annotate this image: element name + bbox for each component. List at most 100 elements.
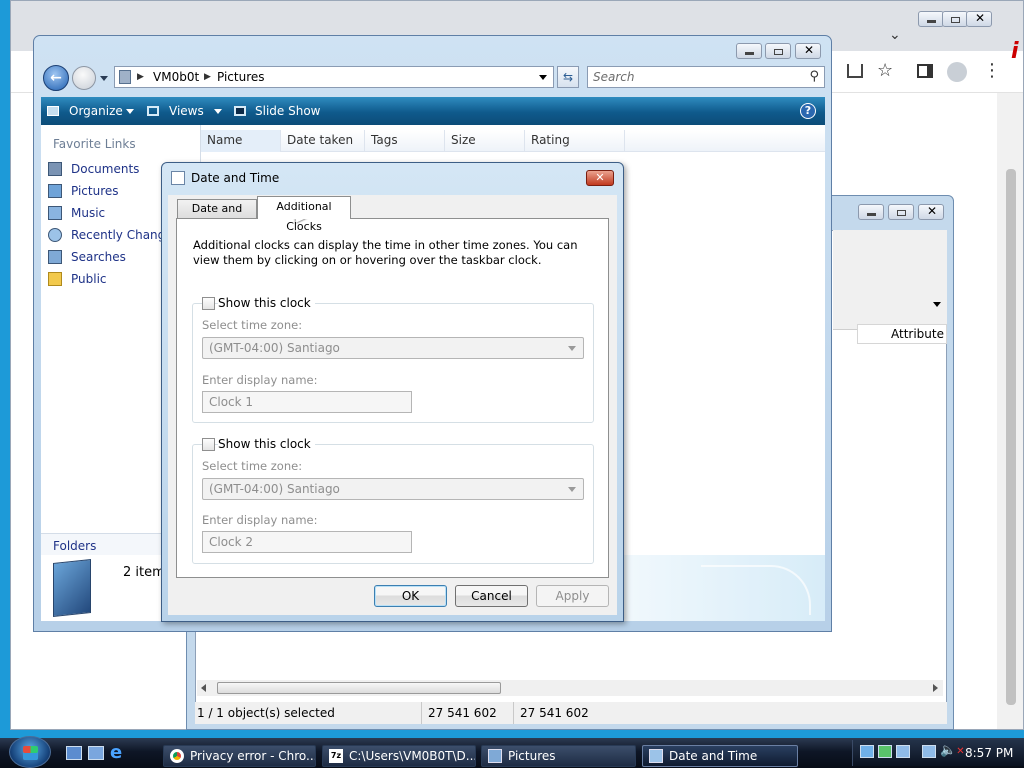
help-icon[interactable]: ?	[800, 103, 816, 119]
show-clock-2-label[interactable]: Show this clock	[218, 437, 315, 451]
7zip-icon: 7z	[329, 749, 343, 763]
scroll-left-icon[interactable]	[201, 684, 206, 692]
display-name-2-input[interactable]: Clock 2	[202, 531, 412, 553]
secondary-status-bar: 1 / 1 object(s) selected 27 541 602 27 5…	[195, 702, 947, 724]
refresh-icon: ⇆	[562, 70, 574, 84]
time-zone-2-select[interactable]: (GMT-04:00) Santiago	[202, 478, 584, 500]
scrollbar-thumb[interactable]	[217, 682, 501, 694]
show-clock-1-checkbox[interactable]	[202, 297, 215, 310]
dialog-close-button[interactable]: ✕	[586, 170, 614, 186]
display-name-1-input[interactable]: Clock 1	[202, 391, 412, 413]
tab-date-and-time[interactable]: Date and Time	[177, 199, 257, 233]
apply-button[interactable]: Apply	[536, 585, 609, 607]
browser-close-button[interactable]: ✕	[966, 11, 992, 27]
recently-changed-icon	[48, 228, 62, 242]
sidebar-item-label: Pictures	[71, 184, 119, 198]
show-clock-2-checkbox[interactable]	[202, 438, 215, 451]
chevron-down-icon[interactable]	[933, 302, 941, 307]
explorer-minimize-button[interactable]	[736, 43, 762, 59]
breadcrumb-separator-icon: ▶	[137, 72, 144, 82]
switch-windows-icon[interactable]	[88, 746, 104, 760]
date-time-dialog: Date and Time ✕ Date and Time Additional…	[161, 162, 624, 622]
chevron-down-icon[interactable]: ⌄	[889, 27, 901, 43]
monitor-icon[interactable]	[896, 745, 910, 758]
volume-muted-icon[interactable]: 🔈✕	[940, 743, 965, 760]
taskbar-clock[interactable]: 8:57 PM	[965, 746, 1013, 760]
menu-icon[interactable]: ⋮	[983, 61, 1001, 81]
column-header-attribute[interactable]: Attribute	[857, 324, 947, 344]
network-icon[interactable]	[860, 745, 874, 758]
chevron-down-icon	[126, 109, 134, 114]
sidebar-item-label: Searches	[71, 250, 126, 264]
network-status-icon[interactable]	[922, 745, 936, 758]
breadcrumb-separator-icon: ▶	[204, 72, 211, 82]
column-header-date-taken[interactable]: Date taken	[281, 130, 365, 152]
search-input[interactable]: Search ⚲	[587, 66, 825, 88]
explorer-maximize-button[interactable]	[765, 43, 791, 59]
time-zone-1-select[interactable]: (GMT-04:00) Santiago	[202, 337, 584, 359]
show-clock-1-label[interactable]: Show this clock	[218, 296, 315, 310]
start-button[interactable]	[9, 736, 51, 768]
views-icon	[147, 106, 159, 116]
column-header-tags[interactable]: Tags	[365, 130, 445, 152]
scrollbar-thumb[interactable]	[1006, 169, 1016, 705]
star-icon[interactable]: ☆	[877, 61, 893, 81]
taskbar-item-date-and-time[interactable]: Date and Time	[642, 745, 798, 767]
breadcrumb-item-pictures[interactable]: Pictures	[217, 67, 265, 87]
browser-scrollbar[interactable]	[997, 93, 1023, 729]
music-icon	[48, 206, 62, 220]
slideshow-icon	[234, 106, 246, 116]
column-header-name[interactable]: Name	[201, 130, 281, 152]
pictures-folder-thumbnail	[53, 559, 91, 617]
windows-logo-icon	[23, 746, 38, 760]
taskbar-item-pictures[interactable]: Pictures	[481, 745, 636, 767]
address-bar[interactable]: ▶ VM0b0t ▶ Pictures	[114, 66, 554, 88]
back-button[interactable]: ←	[43, 65, 69, 91]
sidebar-item-label: Public	[71, 272, 107, 286]
secondary-close-button[interactable]: ✕	[918, 204, 944, 220]
sidebar-item-label: Documents	[71, 162, 140, 176]
back-arrow-icon: ←	[50, 70, 62, 86]
sidebar-icon[interactable]	[917, 64, 933, 78]
share-icon[interactable]	[847, 64, 863, 78]
status-size-2: 27 541 602	[513, 702, 589, 724]
breadcrumb-item-vm0b0t[interactable]: VM0b0t	[153, 67, 199, 87]
secondary-minimize-button[interactable]	[858, 204, 884, 220]
taskbar-item-label: Date and Time	[669, 749, 758, 763]
scroll-right-icon[interactable]	[933, 684, 938, 692]
slideshow-label: Slide Show	[255, 104, 321, 118]
folder-icon	[48, 272, 62, 286]
secondary-toolbar	[833, 230, 947, 330]
security-icon[interactable]	[878, 745, 892, 758]
documents-icon	[48, 162, 62, 176]
explorer-toolbar: Organize Views Slide Show ?	[41, 97, 825, 125]
column-header-size[interactable]: Size	[445, 130, 525, 152]
taskbar-item-7zip[interactable]: 7z C:\Users\VM0B0T\D...	[322, 745, 476, 767]
recent-pages-dropdown[interactable]	[100, 76, 108, 81]
cancel-button[interactable]: Cancel	[455, 585, 528, 607]
forward-button[interactable]	[72, 66, 96, 90]
folder-icon	[488, 749, 502, 763]
show-desktop-icon[interactable]	[66, 746, 82, 760]
browser-maximize-button[interactable]	[942, 11, 968, 27]
chevron-down-icon[interactable]	[539, 75, 547, 80]
status-selected: 1 / 1 object(s) selected	[197, 706, 335, 720]
tab-additional-clocks[interactable]: Additional Clocks	[257, 196, 351, 233]
search-icon[interactable]: ⚲	[809, 67, 819, 87]
ok-button[interactable]: OK	[374, 585, 447, 607]
organize-label: Organize	[69, 104, 123, 118]
column-header-rating[interactable]: Rating	[525, 130, 625, 152]
dialog-clock-icon	[171, 171, 185, 185]
profile-icon[interactable]	[947, 62, 967, 82]
secondary-maximize-button[interactable]	[888, 204, 914, 220]
favorite-links-heading: Favorite Links	[53, 137, 136, 151]
display-name-1-label: Enter display name:	[202, 373, 318, 387]
status-size-1: 27 541 602	[421, 702, 497, 724]
browser-minimize-button[interactable]	[918, 11, 944, 27]
refresh-button[interactable]: ⇆	[557, 66, 579, 88]
horizontal-scrollbar[interactable]	[197, 680, 943, 696]
taskbar-item-chrome[interactable]: Privacy error - Chro...	[163, 745, 316, 767]
explorer-close-button[interactable]: ✕	[795, 43, 821, 59]
internet-explorer-icon[interactable]: e	[110, 743, 122, 763]
time-zone-1-label: Select time zone:	[202, 318, 303, 332]
